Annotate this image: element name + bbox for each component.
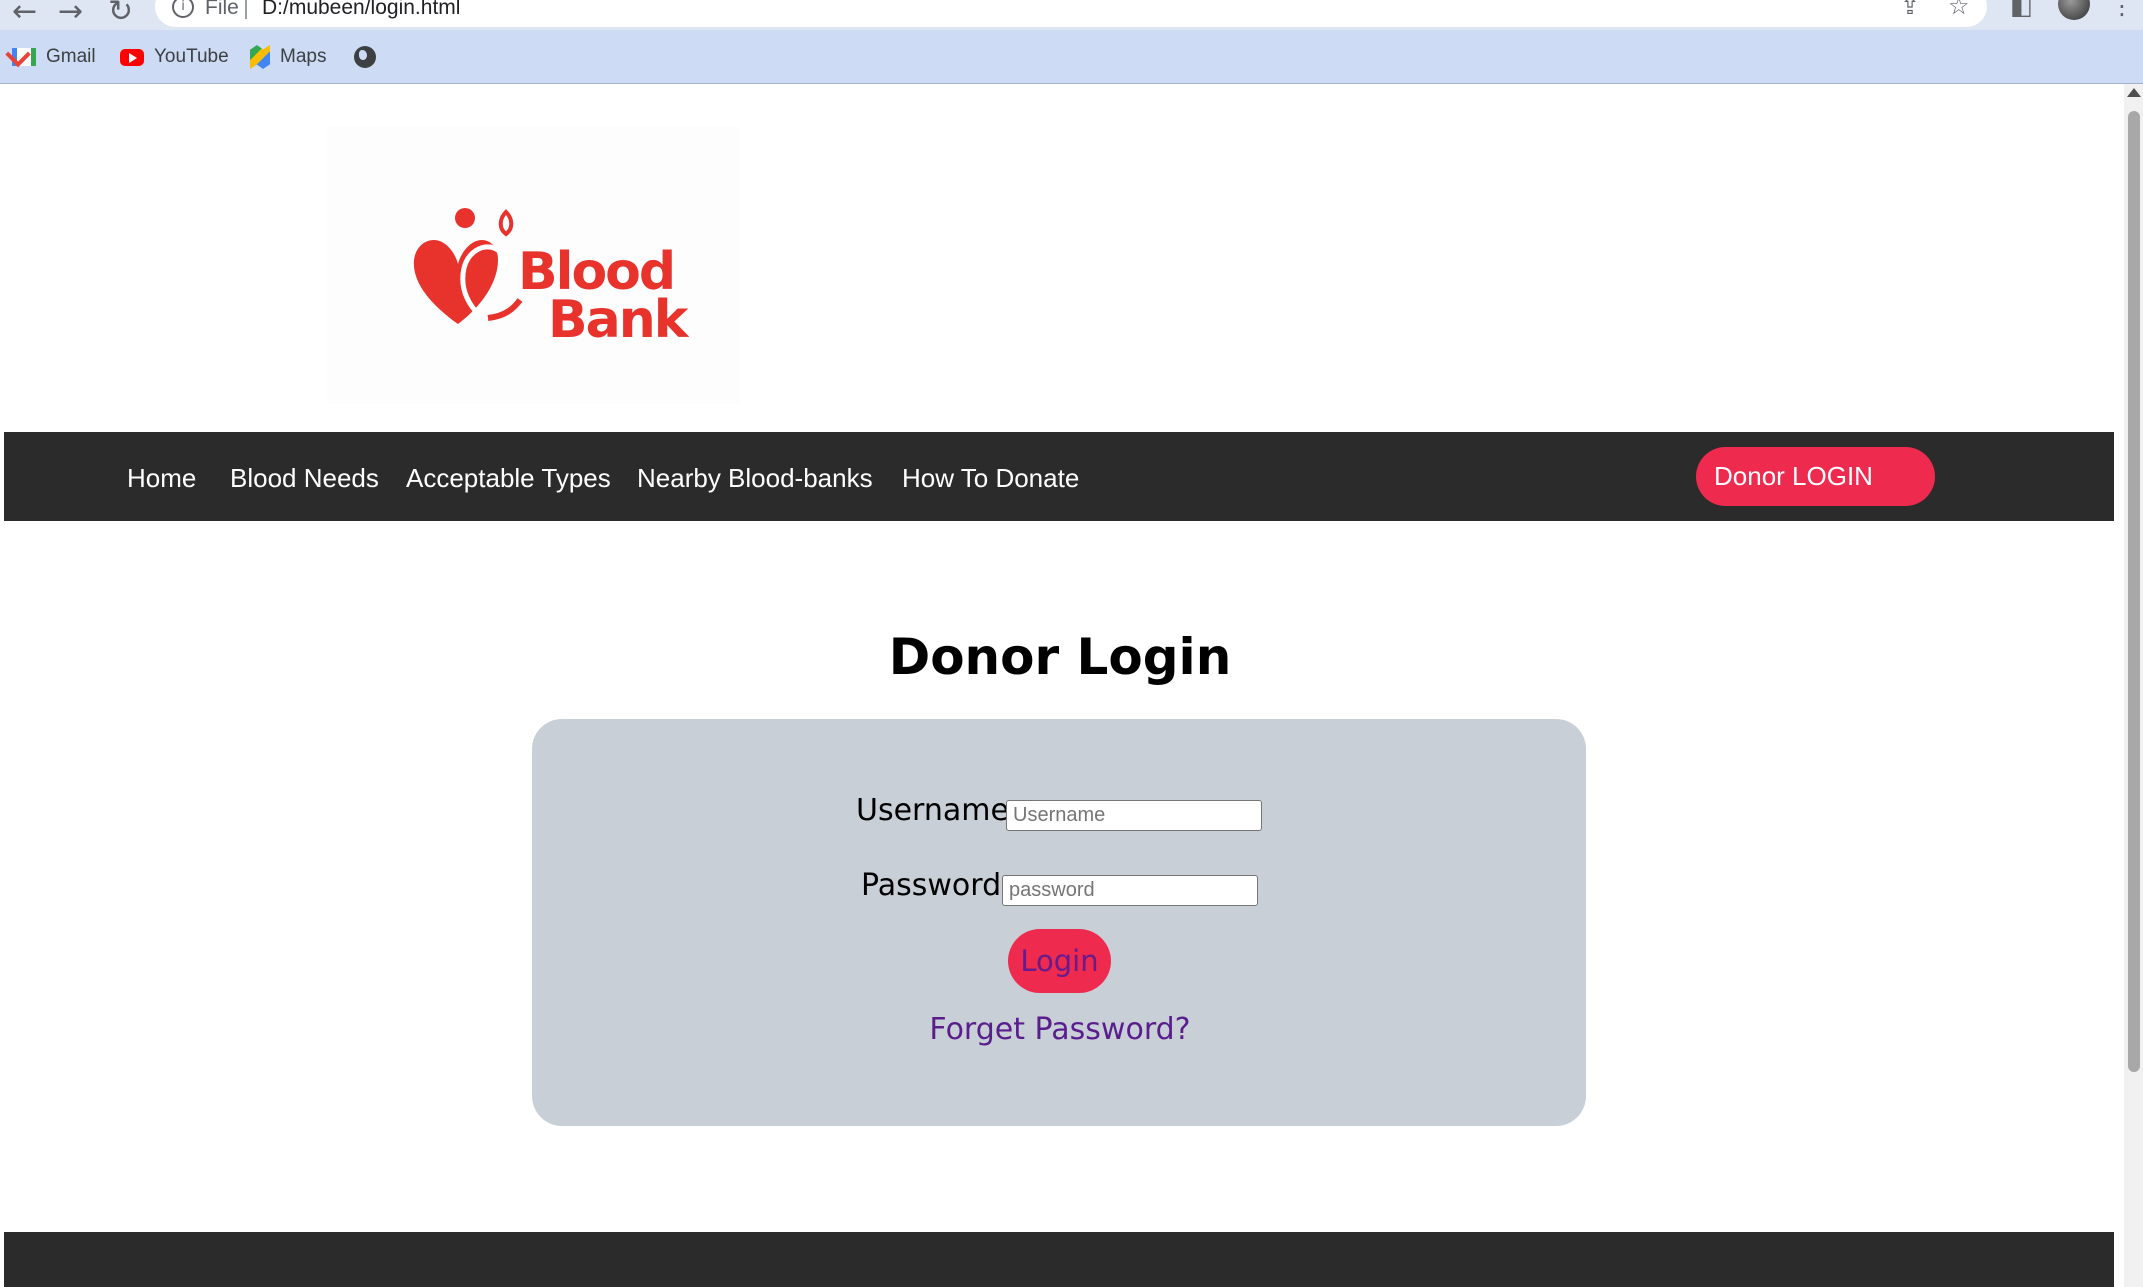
nav-home[interactable]: Home [127,463,196,494]
bookmark-label: Gmail [46,46,96,67]
nav-how-to-donate[interactable]: How To Donate [902,463,1079,494]
bookmark-globe[interactable] [354,44,376,70]
bookmark-maps[interactable]: Maps [250,44,326,70]
donor-login-button[interactable]: Donor LOGIN [1696,447,1935,506]
reload-icon[interactable]: ↻ [108,0,133,29]
main-navbar: Home Blood Needs Acceptable Types Nearby… [4,432,2114,521]
nav-blood-needs[interactable]: Blood Needs [230,463,379,494]
username-label: Username: [856,793,1020,828]
side-panel-icon[interactable]: ◧ [2010,0,2033,20]
url-separator [245,0,247,19]
nav-nearby-blood-banks[interactable]: Nearby Blood-banks [637,463,873,494]
scrollbar-thumb[interactable] [2128,111,2140,1072]
star-icon[interactable]: ☆ [1948,0,1970,20]
bookmark-label: Maps [280,46,327,67]
url-scheme-label: File [205,0,239,19]
bookmark-gmail[interactable]: Gmail [12,44,96,70]
password-input[interactable] [1002,875,1258,906]
forget-password-link[interactable]: Forget Password? [0,1012,2120,1047]
login-card [532,719,1586,1126]
share-icon[interactable]: ⇪ [1900,0,1920,20]
menu-dots-icon[interactable]: ⋮ [2110,0,2134,20]
logo-text: Blood Bank [518,246,688,350]
bookmarks-bar: Gmail YouTube Maps [0,30,2143,84]
arrow-left-icon[interactable]: ← [12,0,37,29]
url-text[interactable]: D:/mubeen/login.html [262,0,460,20]
scroll-up-icon[interactable] [2127,88,2141,97]
footer-bar [4,1232,2114,1287]
logo-line-2: Bank [548,290,688,350]
bookmark-youtube[interactable]: YouTube [120,44,229,70]
gmail-icon [12,48,36,66]
youtube-icon [120,48,144,66]
blood-drop-hearts-icon [413,208,523,324]
username-input[interactable] [1006,800,1262,831]
arrow-right-icon[interactable]: → [58,0,83,29]
password-label: Password [861,868,1002,903]
login-button[interactable]: Login [1008,929,1111,993]
nav-acceptable-types[interactable]: Acceptable Types [406,463,611,494]
maps-icon [250,45,270,69]
bookmark-label: YouTube [154,46,229,67]
page-title: Donor Login [888,628,1232,686]
globe-icon [354,46,376,68]
